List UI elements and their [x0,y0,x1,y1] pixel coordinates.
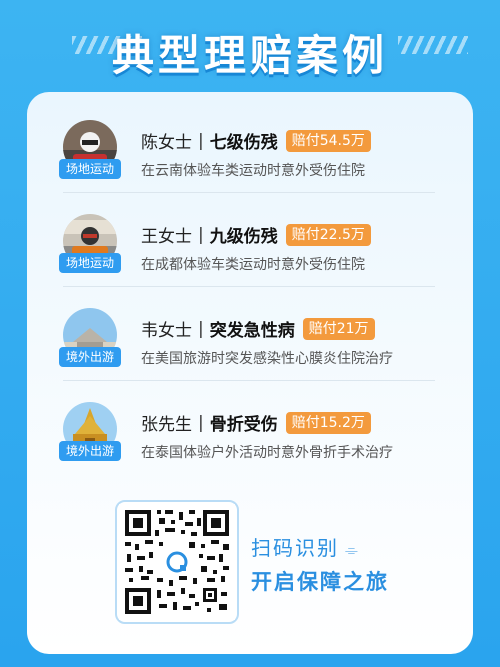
payout-badge: 赔付15.2万 [285,411,371,434]
separator: | [198,318,204,339]
case-tag: 境外出游 [59,441,121,461]
case-tag: 境外出游 [59,347,121,367]
payout-badge: 赔付21万 [302,317,375,340]
separator: | [198,224,204,245]
divider [63,380,435,381]
case-title: 韦女士 | 突发急性病 赔付21万 [141,316,375,341]
divider [63,192,435,193]
case-description: 在云南体验车类运动时意外受伤住院 [141,163,365,179]
slogan: 开启保障之旅 [251,570,389,594]
divider [63,286,435,287]
case-item[interactable]: 场地运动 王女士 | 九级伤残 赔付22.5万 在成都体验车类运动时意外受伤住院 [59,196,473,282]
scan-label: 扫码识别 ⌯ [251,532,360,561]
separator: | [198,130,204,151]
injury-level: 突发急性病 [209,321,295,341]
case-title: 张先生 | 骨折受伤 赔付15.2万 [141,410,371,435]
claimant-name: 韦女士 [141,321,192,341]
injury-level: 骨折受伤 [209,415,278,435]
payout-badge: 赔付54.5万 [285,129,371,152]
claimant-name: 王女士 [141,227,192,247]
injury-level: 九级伤残 [209,227,278,247]
claims-card: 场地运动 陈女士 | 七级伤残 赔付54.5万 在云南体验车类运动时意外受伤住院… [27,92,473,654]
scan-icon: ⌯ [345,540,360,559]
payout-badge: 赔付22.5万 [285,223,371,246]
qr-code[interactable] [115,500,239,624]
page-title: 典型理赔案例 [111,31,388,80]
case-tag: 场地运动 [59,253,121,273]
claimant-name: 陈女士 [141,133,192,153]
separator: | [198,412,204,433]
case-title: 王女士 | 九级伤残 赔付22.5万 [141,222,371,247]
case-tag: 场地运动 [59,159,121,179]
case-description: 在泰国体验户外活动时意外骨折手术治疗 [141,445,393,461]
case-item[interactable]: 境外出游 张先生 | 骨折受伤 赔付15.2万 在泰国体验户外活动时意外骨折手术… [59,384,473,470]
injury-level: 七级伤残 [209,133,278,153]
claimant-name: 张先生 [141,415,192,435]
case-description: 在美国旅游时突发感染性心膜炎住院治疗 [141,351,393,367]
case-item[interactable]: 场地运动 陈女士 | 七级伤残 赔付54.5万 在云南体验车类运动时意外受伤住院 [59,102,473,188]
case-item[interactable]: 境外出游 韦女士 | 突发急性病 赔付21万 在美国旅游时突发感染性心膜炎住院治… [59,290,473,376]
case-description: 在成都体验车类运动时意外受伤住院 [141,257,365,273]
case-title: 陈女士 | 七级伤残 赔付54.5万 [141,128,371,153]
scan-label-text: 扫码识别 [251,536,339,560]
